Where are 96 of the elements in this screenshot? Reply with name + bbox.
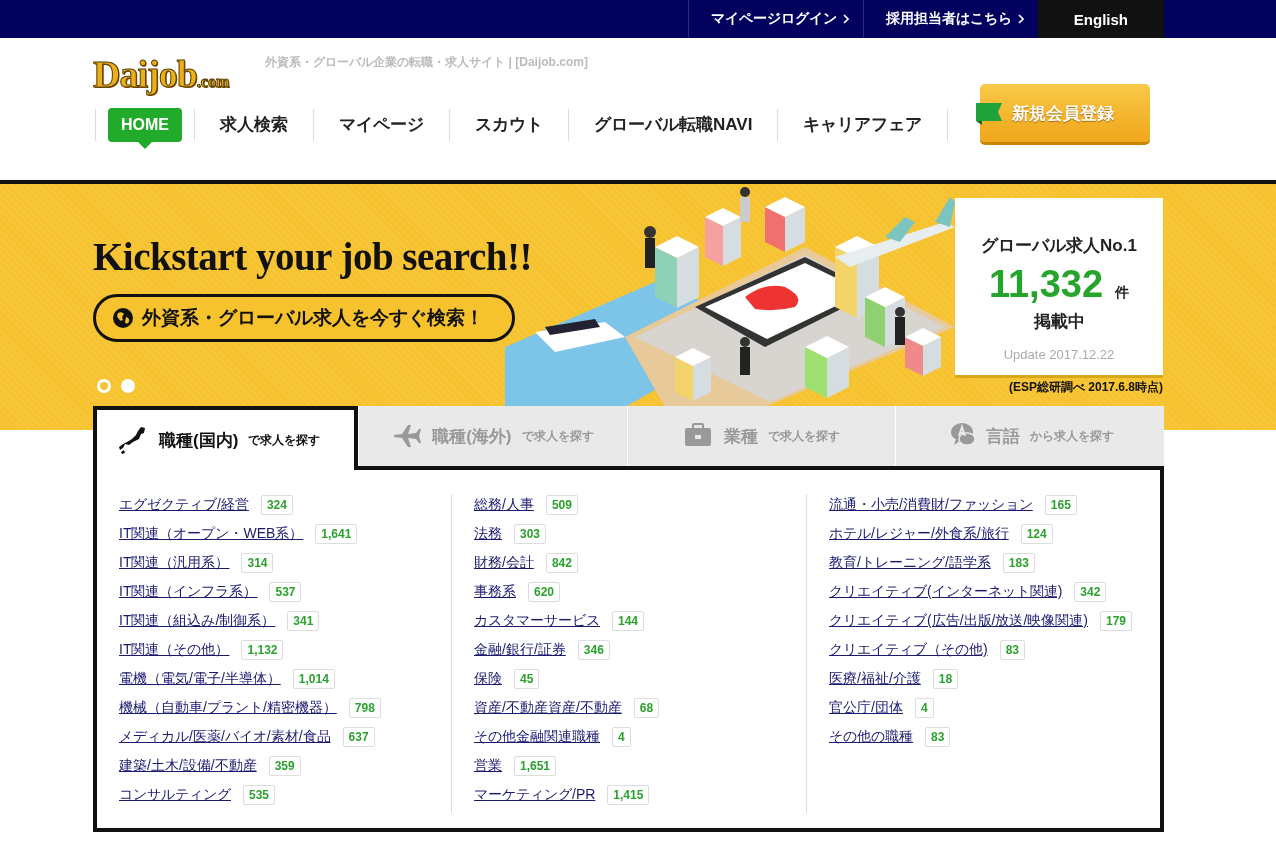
nav-item[interactable]: スカウト (450, 108, 568, 142)
flag-icon (976, 101, 1002, 125)
job-count-badge: 165 (1044, 495, 1077, 515)
nav-item[interactable]: キャリアフェア (778, 108, 948, 142)
category-link[interactable]: クリエイティブ(広告/出版/放送/映像関連) (829, 610, 1088, 630)
category-link[interactable]: IT関連（その他） (119, 639, 230, 659)
chevron-icon (842, 14, 849, 24)
category-link[interactable]: 建築/土木/設備/不動産 (119, 755, 257, 775)
job-count-badge: 798 (348, 698, 381, 718)
search-tab[interactable]: 職種(国内) で求人を探す (93, 406, 358, 470)
job-count-badge: 1,641 (315, 524, 358, 544)
tab-title: 職種(海外) (432, 425, 512, 448)
category-link[interactable]: 法務 (474, 523, 502, 543)
category-link[interactable]: IT関連（組込み/制御系） (119, 610, 276, 630)
top-bar-link[interactable]: English (1037, 0, 1164, 38)
category-link[interactable]: 機械（自動車/プラント/精密機器） (119, 697, 337, 717)
category-link[interactable]: 財務/会計 (474, 552, 534, 572)
job-count-badge: 359 (268, 756, 301, 776)
category-link[interactable]: 教育/トレーニング/語学系 (829, 552, 991, 572)
category-link[interactable]: クリエイティブ(インターネット関連) (829, 581, 1063, 601)
nav-item[interactable]: マイページ (314, 108, 449, 142)
chevron-icon (1017, 14, 1024, 24)
category-link[interactable]: 資産/不動産資産/不動産 (474, 697, 622, 717)
job-count-badge: 346 (577, 640, 610, 660)
pointer-icon (138, 142, 152, 149)
top-bar-link[interactable]: マイページログイン (687, 0, 863, 38)
site-tagline: 外資系・グローバル企業の転職・求人サイト | [Daijob.com] (265, 54, 588, 71)
category-link[interactable]: 総務/人事 (474, 494, 534, 514)
job-count-badge: 1,014 (292, 669, 335, 689)
job-count-badge: 4 (914, 698, 934, 718)
category-link[interactable]: 営業 (474, 755, 502, 775)
category-link[interactable]: その他金融関連職種 (474, 726, 600, 746)
job-count-badge: 537 (269, 582, 302, 602)
job-count-badge: 535 (243, 785, 276, 805)
category-link[interactable]: 電機（電気/電子/半導体） (119, 668, 281, 688)
job-count-badge: 83 (925, 727, 951, 747)
job-count-badge: 1,651 (514, 756, 557, 776)
job-count-badge: 620 (528, 582, 561, 602)
job-count-badge: 45 (514, 669, 540, 689)
tab-title: 職種(国内) (159, 429, 239, 452)
job-count-badge: 144 (612, 611, 645, 631)
category-link[interactable]: コンサルティング (119, 784, 231, 804)
card-caption: 掲載中 (1033, 311, 1085, 333)
tab-subtitle: で求人を探す (521, 427, 594, 445)
card-title: グローバル求人No.1 (981, 235, 1137, 257)
category-link[interactable]: エグゼクティブ/経営 (119, 494, 249, 514)
tab-subtitle: で求人を探す (767, 427, 840, 445)
category-link[interactable]: IT関連（汎用系） (119, 552, 230, 572)
category-link[interactable]: 流通・小売/消費財/ファッション (829, 494, 1033, 514)
banner-headline: Kickstart your job search!! (93, 234, 533, 281)
category-link[interactable]: 官公庁/団体 (829, 697, 903, 717)
globe-icon (112, 306, 134, 329)
job-count-badge: 183 (1002, 553, 1035, 573)
count-unit: 件 (1115, 284, 1130, 302)
category-link[interactable]: カスタマーサービス (474, 610, 600, 630)
category-link[interactable]: IT関連（インフラ系） (119, 581, 258, 601)
category-link[interactable]: 事務系 (474, 581, 516, 601)
update-date: Update 2017.12.22 (1003, 347, 1115, 362)
job-count-badge: 314 (241, 553, 274, 573)
job-count-badge: 179 (1100, 611, 1133, 631)
daijob-logo[interactable]: Daijob.com (93, 52, 230, 96)
nav-item[interactable]: グローバル転職NAVI (569, 108, 778, 142)
job-count-badge: 341 (287, 611, 320, 631)
job-count-badge: 509 (545, 495, 578, 515)
carousel-dot[interactable] (97, 378, 111, 393)
job-count-badge: 324 (260, 495, 293, 515)
nav-item[interactable]: 求人検索 (195, 108, 313, 142)
category-link[interactable]: マーケティング/PR (474, 784, 596, 804)
job-count-badge: 1,415 (607, 785, 650, 805)
job-count-badge: 637 (342, 727, 375, 747)
job-count-badge: 18 (932, 669, 959, 689)
category-link[interactable]: 保険 (474, 668, 502, 688)
category-link[interactable]: 医療/福祉/介護 (829, 668, 921, 688)
category-link[interactable]: その他の職種 (829, 726, 913, 746)
tab-subtitle: から求人を探す (1030, 427, 1115, 445)
tab-title: 業種 (723, 425, 758, 448)
job-count-badge: 1,132 (241, 640, 284, 660)
job-count-badge: 68 (633, 698, 660, 718)
job-count-badge: 124 (1020, 524, 1053, 544)
tab-subtitle: で求人を探す (248, 431, 321, 449)
job-count-badge: 342 (1074, 582, 1107, 602)
category-link[interactable]: メディカル/医薬/バイオ/素材/食品 (119, 726, 331, 746)
source-footnote: (ESP総研調べ 2017.6.8時点) (1008, 379, 1163, 396)
job-count-badge: 303 (514, 524, 547, 544)
job-count-badge: 4 (612, 727, 631, 747)
job-count-badge: 83 (999, 640, 1026, 660)
category-link[interactable]: クリエイティブ（その他) (829, 639, 988, 659)
global-job-search-button[interactable]: 外資系・グローバル求人を今すぐ検索！ (93, 293, 515, 342)
category-link[interactable]: IT関連（オープン・WEB系） (119, 523, 304, 543)
tab-title: 言語 (986, 425, 1021, 448)
carousel-dot[interactable] (121, 378, 135, 393)
job-count-badge: 842 (545, 553, 578, 573)
category-link[interactable]: ホテル/レジャー/外食系/旅行 (829, 523, 1009, 543)
top-bar-link[interactable]: 採用担当者はこちら (862, 0, 1038, 38)
job-count: 11,332 (988, 263, 1104, 306)
category-link[interactable]: 金融/銀行/証券 (474, 639, 566, 659)
